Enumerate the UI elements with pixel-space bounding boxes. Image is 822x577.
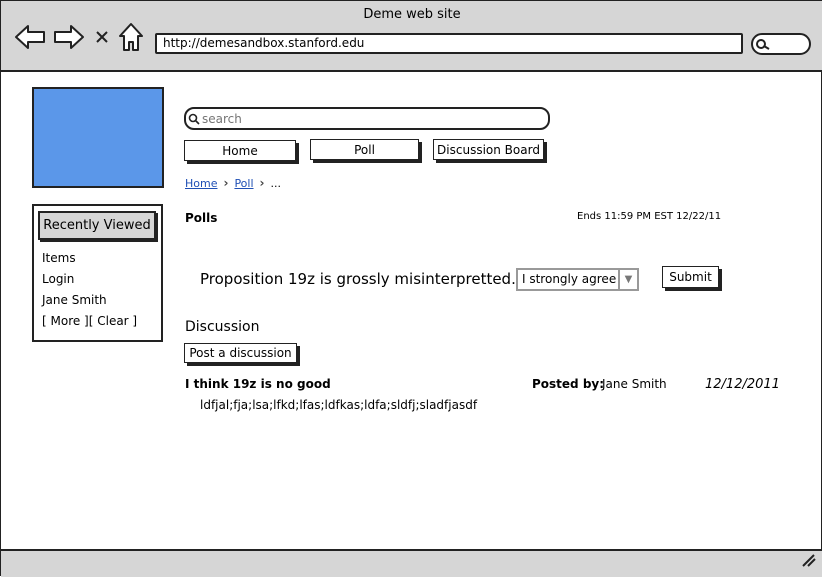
nav-discussion-board-button[interactable]: Discussion Board [433,139,544,160]
search-icon [188,113,200,125]
breadcrumb-home-link[interactable]: Home [185,177,217,190]
poll-end-time: Ends 11:59 PM EST 12/22/11 [577,211,722,222]
poll-answer-select[interactable]: I strongly agree ▼ [516,268,639,291]
status-bar [1,549,822,577]
url-bar[interactable]: http://demesandbox.stanford.edu [155,33,743,54]
post-body: ldfjal;fja;lsa;lfkd;lfas;ldfkas;ldfa;sld… [200,398,478,412]
browser-search-box[interactable] [751,33,811,55]
breadcrumb: Home › Poll › ... [185,176,281,190]
recently-viewed-item[interactable]: Login [42,272,74,286]
recently-viewed-item[interactable]: Jane Smith [42,293,107,307]
recently-viewed-header: Recently Viewed [38,211,156,240]
forward-arrow-icon[interactable] [53,23,85,55]
site-logo-placeholder [32,87,164,188]
recently-viewed-item[interactable]: Items [42,251,76,265]
nav-home-button[interactable]: Home [184,140,296,161]
search-icon [756,39,770,50]
post-author[interactable]: Jane Smith [602,377,667,391]
poll-answer-selected: I strongly agree [522,272,617,286]
polls-heading: Polls [185,211,218,225]
recently-viewed-panel: Recently Viewed Items Login Jane Smith [… [32,204,163,342]
resize-grip-icon[interactable] [801,552,817,571]
site-search-box[interactable] [184,107,550,130]
more-clear-links[interactable]: [ More ][ Clear ] [42,314,137,328]
breadcrumb-poll-link[interactable]: Poll [234,177,253,190]
chevron-down-icon[interactable]: ▼ [618,270,637,289]
discussion-post-title[interactable]: I think 19z is no good [185,377,331,391]
breadcrumb-ellipsis: ... [270,176,281,190]
back-arrow-icon[interactable] [14,23,46,55]
posted-by-label: Posted by: [532,377,605,391]
discussion-heading: Discussion [185,319,260,335]
browser-window: Deme web site http://demesandbox.stanfor… [0,0,822,577]
nav-poll-button[interactable]: Poll [310,139,419,160]
browser-toolbar: Deme web site http://demesandbox.stanfor… [1,1,822,72]
close-x-icon[interactable] [95,29,109,48]
post-discussion-button[interactable]: Post a discussion [184,343,297,363]
chevron-right-icon: › [259,176,265,190]
poll-submit-button[interactable]: Submit [662,266,719,288]
window-title: Deme web site [363,7,461,22]
chevron-right-icon: › [223,176,229,190]
search-input[interactable] [202,109,532,128]
poll-proposition: Proposition 19z is grossly misinterprett… [200,270,516,288]
home-icon[interactable] [118,22,144,56]
post-date: 12/12/2011 [705,377,780,392]
